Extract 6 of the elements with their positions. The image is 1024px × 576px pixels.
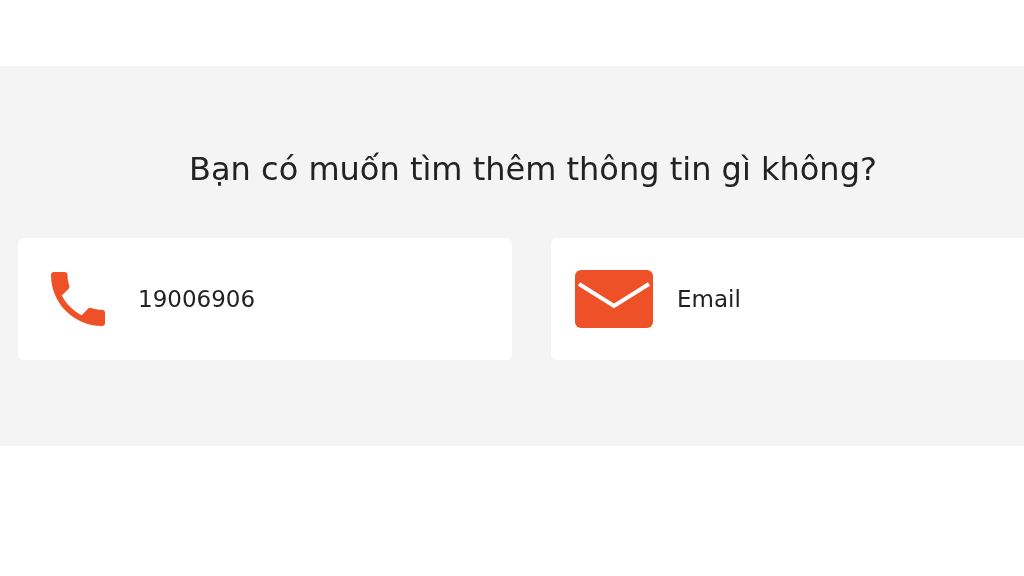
contact-card[interactable]: 19006906 bbox=[18, 238, 512, 360]
section-heading: Bạn có muốn tìm thêm thông tin gì không? bbox=[189, 150, 877, 188]
contact-label: Email bbox=[677, 286, 741, 312]
contact-label: 19006906 bbox=[138, 286, 256, 312]
envelope-icon bbox=[575, 270, 653, 328]
contact-card[interactable]: Email bbox=[551, 238, 1024, 360]
